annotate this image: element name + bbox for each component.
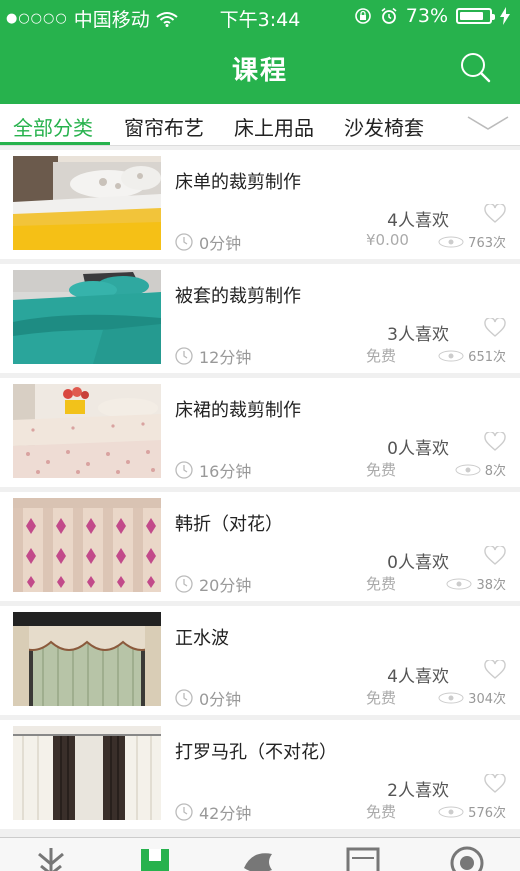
home-icon[interactable]: [34, 846, 68, 871]
views-value: 576次: [468, 806, 506, 821]
course-title: 打罗马孔（不对花）: [175, 742, 337, 763]
views-count: 651次: [438, 346, 506, 365]
course-duration: 20分钟: [175, 572, 251, 596]
eye-icon: [446, 578, 472, 589]
clock-icon: [175, 461, 193, 479]
course-duration: 16分钟: [175, 458, 251, 482]
list-item[interactable]: 正水波 4人喜欢 0分钟 免费 304次: [0, 606, 520, 715]
category-tabs: 全部分类 窗帘布艺 床上用品 沙发椅套: [0, 104, 520, 146]
course-price: 免费: [366, 689, 397, 707]
tab-bedding[interactable]: 床上用品: [234, 112, 314, 141]
likes-count: 2人喜欢: [387, 781, 449, 801]
list-item[interactable]: 床裙的裁剪制作 0人喜欢 16分钟 免费 8次: [0, 378, 520, 487]
clock-icon: [175, 347, 193, 365]
clock-icon: [175, 575, 193, 593]
views-value: 304次: [468, 692, 506, 707]
course-duration: 0分钟: [175, 230, 241, 254]
course-thumbnail: [13, 612, 161, 706]
course-duration: 0分钟: [175, 686, 241, 710]
eye-icon: [438, 692, 464, 703]
views-count: 576次: [438, 802, 506, 821]
active-tab-indicator: [0, 142, 110, 145]
list-item[interactable]: 床单的裁剪制作 4人喜欢 0分钟 ¥0.00 763次: [0, 150, 520, 259]
battery-icon: [456, 8, 495, 24]
views-value: 38次: [476, 578, 506, 593]
views-value: 651次: [468, 350, 506, 365]
likes-count: 4人喜欢: [387, 667, 449, 687]
eye-icon: [438, 806, 464, 817]
expand-categories-button[interactable]: [450, 104, 520, 145]
course-price: 免费: [366, 347, 397, 365]
course-icon[interactable]: [138, 846, 172, 871]
heart-icon[interactable]: [484, 432, 506, 452]
tab-all[interactable]: 全部分类: [13, 112, 93, 141]
duration-value: 16分钟: [199, 462, 252, 481]
course-list: 床单的裁剪制作 4人喜欢 0分钟 ¥0.00 763次 被套的裁剪制作 3人喜欢…: [0, 150, 520, 834]
views-value: 763次: [468, 236, 506, 251]
rotation-lock-icon: [354, 8, 371, 24]
community-icon[interactable]: [242, 846, 276, 871]
heart-icon[interactable]: [484, 318, 506, 338]
alarm-icon: [381, 7, 397, 24]
course-thumbnail: [13, 726, 161, 820]
clock-icon: [175, 689, 193, 707]
likes-count: 4人喜欢: [387, 211, 449, 231]
duration-value: 0分钟: [199, 234, 242, 253]
heart-icon[interactable]: [484, 204, 506, 224]
course-price: 免费: [366, 461, 397, 479]
duration-value: 20分钟: [199, 576, 252, 595]
course-thumbnail: [13, 156, 161, 250]
likes-count: 0人喜欢: [387, 439, 449, 459]
heart-icon[interactable]: [484, 774, 506, 794]
clock-icon: [175, 803, 193, 821]
course-title: 正水波: [175, 628, 229, 649]
eye-icon: [438, 236, 464, 247]
clock-icon: [175, 233, 193, 251]
likes-count: 3人喜欢: [387, 325, 449, 345]
battery-percent: 73%: [405, 5, 448, 27]
views-value: 8次: [484, 464, 506, 479]
list-item[interactable]: 韩折（对花） 0人喜欢 20分钟 免费 38次: [0, 492, 520, 601]
bottom-tab-bar: [0, 837, 520, 871]
views-count: 304次: [438, 688, 506, 707]
search-icon[interactable]: [458, 50, 492, 84]
course-duration: 42分钟: [175, 800, 251, 824]
course-thumbnail: [13, 384, 161, 478]
heart-icon[interactable]: [484, 546, 506, 566]
course-thumbnail: [13, 270, 161, 364]
views-count: 8次: [455, 460, 506, 479]
chevron-down-icon: [467, 116, 509, 130]
duration-value: 12分钟: [199, 348, 252, 367]
course-title: 床单的裁剪制作: [175, 172, 301, 193]
duration-value: 42分钟: [199, 804, 252, 823]
list-item[interactable]: 打罗马孔（不对花） 2人喜欢 42分钟 免费 576次: [0, 720, 520, 829]
charging-icon: [500, 7, 510, 25]
course-title: 床裙的裁剪制作: [175, 400, 301, 421]
course-thumbnail: [13, 498, 161, 592]
eye-icon: [455, 464, 481, 475]
course-price: ¥0.00: [366, 231, 409, 249]
course-duration: 12分钟: [175, 344, 251, 368]
course-title: 被套的裁剪制作: [175, 286, 301, 307]
course-title: 韩折（对花）: [175, 514, 283, 535]
course-price: 免费: [366, 803, 397, 821]
app-header: ●○○○○ 中国移动 下午3:44 73% 课程: [0, 0, 520, 104]
tab-curtains[interactable]: 窗帘布艺: [124, 112, 204, 141]
tab-sofa-covers[interactable]: 沙发椅套: [344, 112, 424, 141]
list-item[interactable]: 被套的裁剪制作 3人喜欢 12分钟 免费 651次: [0, 264, 520, 373]
tv-icon[interactable]: [346, 846, 380, 871]
eye-icon: [438, 350, 464, 361]
likes-count: 0人喜欢: [387, 553, 449, 573]
heart-icon[interactable]: [484, 660, 506, 680]
duration-value: 0分钟: [199, 690, 242, 709]
views-count: 763次: [438, 232, 506, 251]
page-title: 课程: [231, 56, 288, 86]
course-price: 免费: [366, 575, 397, 593]
views-count: 38次: [446, 574, 506, 593]
status-bar: ●○○○○ 中国移动 下午3:44 73%: [0, 0, 520, 32]
profile-icon[interactable]: [450, 846, 484, 871]
